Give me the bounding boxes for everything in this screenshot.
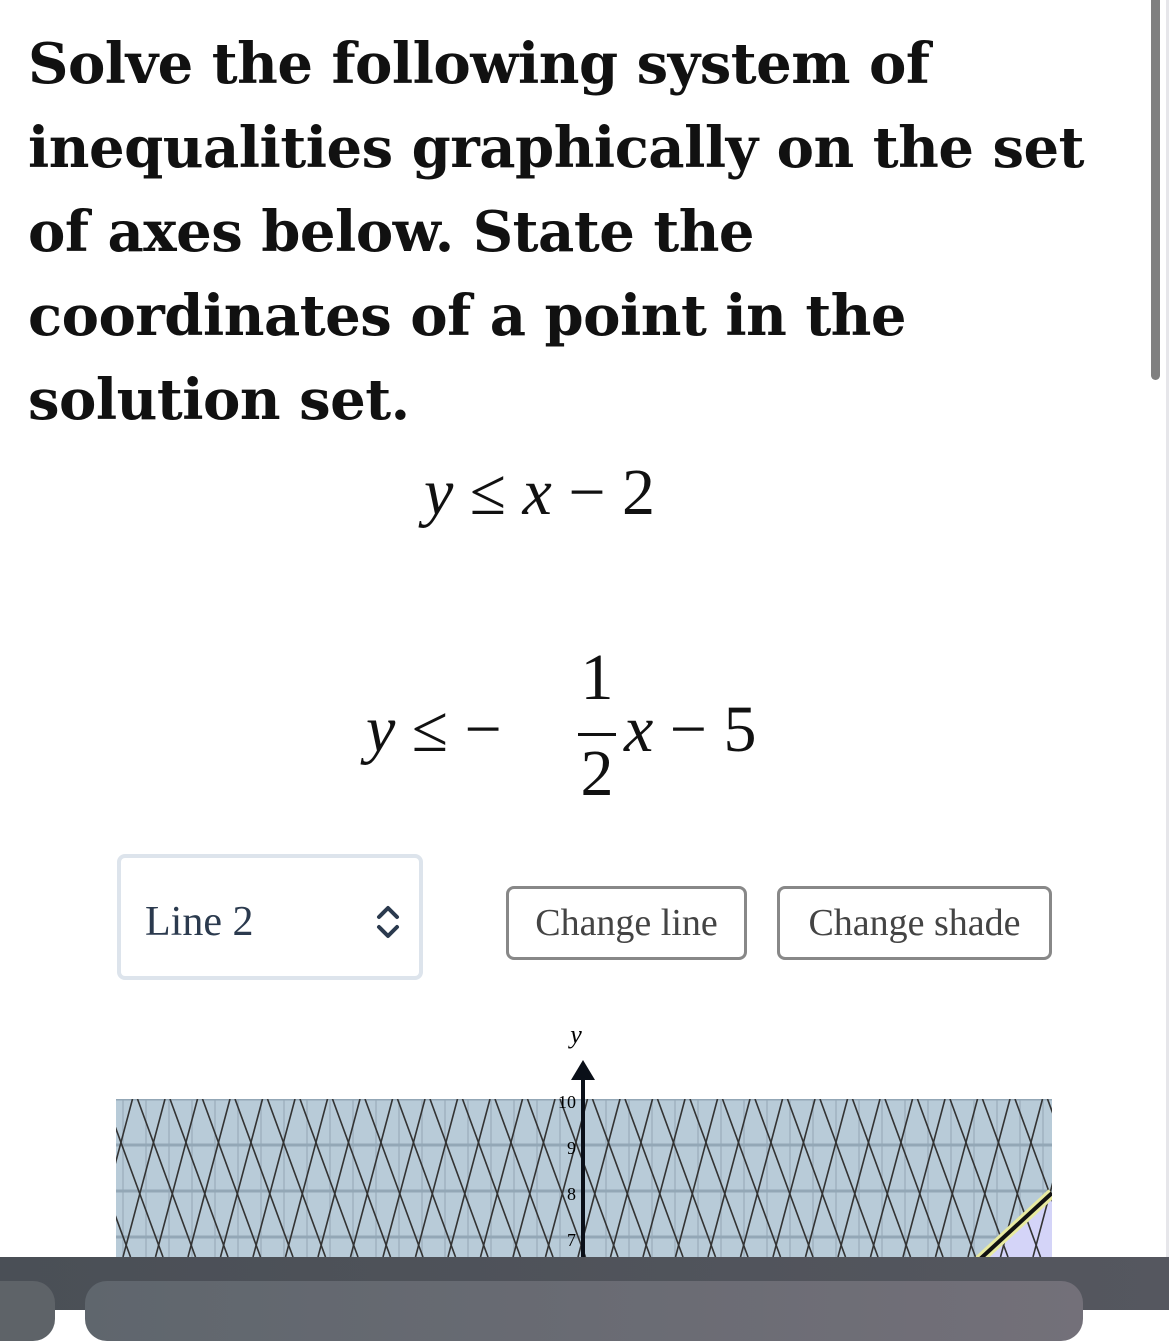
hatch-line: [40, 1099, 98, 1257]
eq1-lhs: y: [424, 456, 454, 529]
y-tick-10: 10: [558, 1092, 576, 1112]
scrollbar-thumb[interactable]: [1151, 0, 1160, 380]
line-select-value: Line 2: [145, 899, 254, 945]
eq1-var: x: [522, 456, 552, 529]
fraction-denominator: 2: [580, 737, 614, 810]
y-tick-8: 8: [567, 1184, 576, 1204]
eq1-op: ≤: [469, 456, 507, 529]
y-tick-7: 7: [567, 1230, 576, 1250]
graph[interactable]: y 10 9 8 7: [0, 1010, 1169, 1260]
inequality-1: y ≤ x − 2: [424, 455, 655, 531]
eq2-lhs: y: [366, 693, 396, 766]
change-shade-button[interactable]: Change shade: [777, 886, 1052, 960]
toolbar-address-bar[interactable]: [85, 1281, 1083, 1341]
hatch-line: [1098, 1099, 1140, 1257]
question-text: Solve the following system of inequaliti…: [28, 31, 1084, 433]
hatch-line: [1046, 1099, 1052, 1114]
y-axis-arrow-icon: [571, 1060, 595, 1080]
eq2-var: x: [624, 693, 654, 766]
y-tick-9: 9: [567, 1138, 576, 1158]
change-line-button[interactable]: Change line: [506, 886, 747, 960]
fraction-numerator: 1: [580, 641, 614, 714]
eq2-op: ≤ −: [411, 693, 502, 766]
line-select[interactable]: Line 2: [117, 854, 423, 980]
y-axis-label: y: [567, 1020, 582, 1049]
eq2-const: − 5: [669, 693, 757, 766]
eq1-const: − 2: [568, 456, 656, 529]
toolbar-left-button[interactable]: [0, 1281, 55, 1341]
hatch-line: [1066, 1099, 1108, 1257]
hatch-line: [1080, 1099, 1138, 1257]
chevron-up-down-icon: [377, 906, 399, 938]
hatch-line: [58, 1099, 100, 1257]
